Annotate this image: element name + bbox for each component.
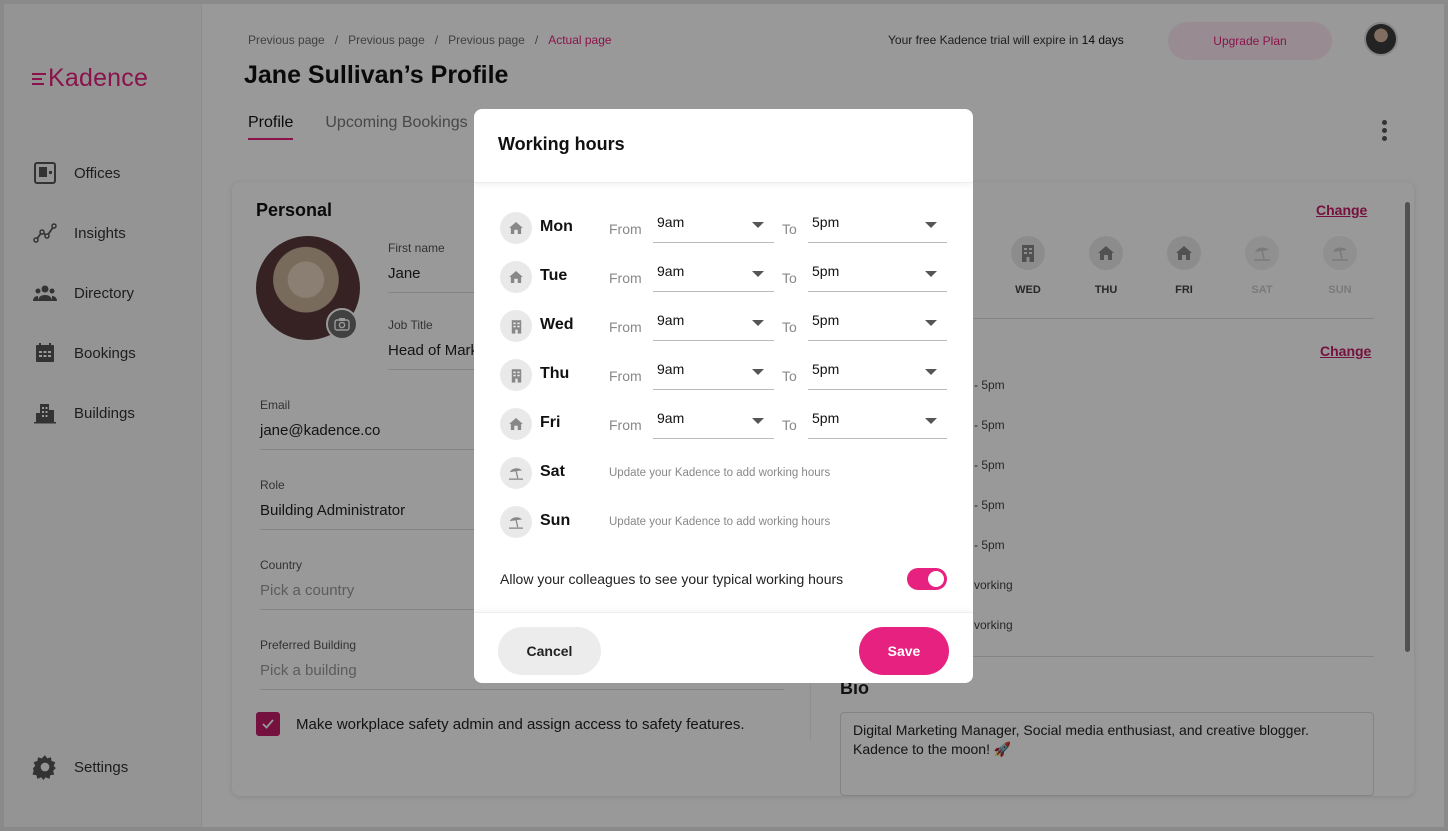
chevron-down-icon bbox=[925, 418, 937, 424]
building-icon[interactable] bbox=[500, 310, 532, 342]
toggle-knob bbox=[928, 571, 944, 587]
dialog-title: Working hours bbox=[474, 109, 973, 183]
chevron-down-icon bbox=[925, 369, 937, 375]
to-time-value: 5pm bbox=[812, 263, 840, 279]
working-hours-dialog: Working hours Mon From 9am To 5pm Tue Fr… bbox=[474, 109, 973, 683]
from-time-select[interactable]: 9am bbox=[653, 257, 774, 292]
day-label: Mon bbox=[540, 218, 573, 235]
working-day-row-fri: Fri From 9am To 5pm bbox=[500, 404, 950, 444]
from-time-value: 9am bbox=[657, 263, 685, 279]
save-button[interactable]: Save bbox=[859, 627, 949, 675]
chevron-down-icon bbox=[752, 418, 764, 424]
app-window: Kadence Offices Insights Directory Booki… bbox=[4, 4, 1444, 827]
to-time-value: 5pm bbox=[812, 312, 840, 328]
working-day-row-sun: Sun Update your Kadence to add working h… bbox=[500, 502, 950, 542]
to-time-value: 5pm bbox=[812, 214, 840, 230]
from-time-value: 9am bbox=[657, 410, 685, 426]
to-label: To bbox=[782, 368, 797, 384]
home-icon[interactable] bbox=[500, 408, 532, 440]
beach-icon bbox=[500, 506, 532, 538]
day-label: Wed bbox=[540, 316, 574, 333]
from-time-select[interactable]: 9am bbox=[653, 306, 774, 341]
chevron-down-icon bbox=[752, 369, 764, 375]
working-day-row-tue: Tue From 9am To 5pm bbox=[500, 257, 950, 297]
from-time-value: 9am bbox=[657, 361, 685, 377]
from-label: From bbox=[609, 319, 642, 335]
building-icon[interactable] bbox=[500, 359, 532, 391]
working-day-row-wed: Wed From 9am To 5pm bbox=[500, 306, 950, 346]
day-label: Tue bbox=[540, 267, 568, 284]
to-label: To bbox=[782, 319, 797, 335]
from-time-select[interactable]: 9am bbox=[653, 355, 774, 390]
home-icon[interactable] bbox=[500, 261, 532, 293]
dialog-footer: Cancel Save bbox=[474, 612, 973, 683]
to-time-select[interactable]: 5pm bbox=[808, 355, 947, 390]
from-label: From bbox=[609, 270, 642, 286]
working-day-row-sat: Sat Update your Kadence to add working h… bbox=[500, 453, 950, 493]
to-time-select[interactable]: 5pm bbox=[808, 306, 947, 341]
share-hours-toggle[interactable] bbox=[907, 568, 947, 590]
day-label: Sun bbox=[540, 512, 571, 529]
from-time-select[interactable]: 9am bbox=[653, 208, 774, 243]
to-label: To bbox=[782, 221, 797, 237]
day-label: Fri bbox=[540, 414, 561, 431]
working-day-row-thu: Thu From 9am To 5pm bbox=[500, 355, 950, 395]
to-time-value: 5pm bbox=[812, 410, 840, 426]
home-icon[interactable] bbox=[500, 212, 532, 244]
cancel-button[interactable]: Cancel bbox=[498, 627, 601, 675]
to-time-select[interactable]: 5pm bbox=[808, 404, 947, 439]
chevron-down-icon bbox=[925, 320, 937, 326]
beach-icon bbox=[500, 457, 532, 489]
from-time-value: 9am bbox=[657, 214, 685, 230]
upgrade-note: Update your Kadence to add working hours bbox=[609, 516, 831, 528]
chevron-down-icon bbox=[752, 320, 764, 326]
to-time-select[interactable]: 5pm bbox=[808, 208, 947, 243]
from-label: From bbox=[609, 417, 642, 433]
to-label: To bbox=[782, 270, 797, 286]
to-label: To bbox=[782, 417, 797, 433]
from-time-select[interactable]: 9am bbox=[653, 404, 774, 439]
chevron-down-icon bbox=[752, 222, 764, 228]
chevron-down-icon bbox=[925, 222, 937, 228]
chevron-down-icon bbox=[925, 271, 937, 277]
chevron-down-icon bbox=[752, 271, 764, 277]
share-hours-label: Allow your colleagues to see your typica… bbox=[500, 571, 844, 587]
day-label: Sat bbox=[540, 463, 565, 480]
from-label: From bbox=[609, 221, 642, 237]
working-day-row-mon: Mon From 9am To 5pm bbox=[500, 208, 950, 248]
from-time-value: 9am bbox=[657, 312, 685, 328]
upgrade-note: Update your Kadence to add working hours bbox=[609, 467, 831, 479]
to-time-select[interactable]: 5pm bbox=[808, 257, 947, 292]
from-label: From bbox=[609, 368, 642, 384]
to-time-value: 5pm bbox=[812, 361, 840, 377]
day-label: Thu bbox=[540, 365, 570, 382]
